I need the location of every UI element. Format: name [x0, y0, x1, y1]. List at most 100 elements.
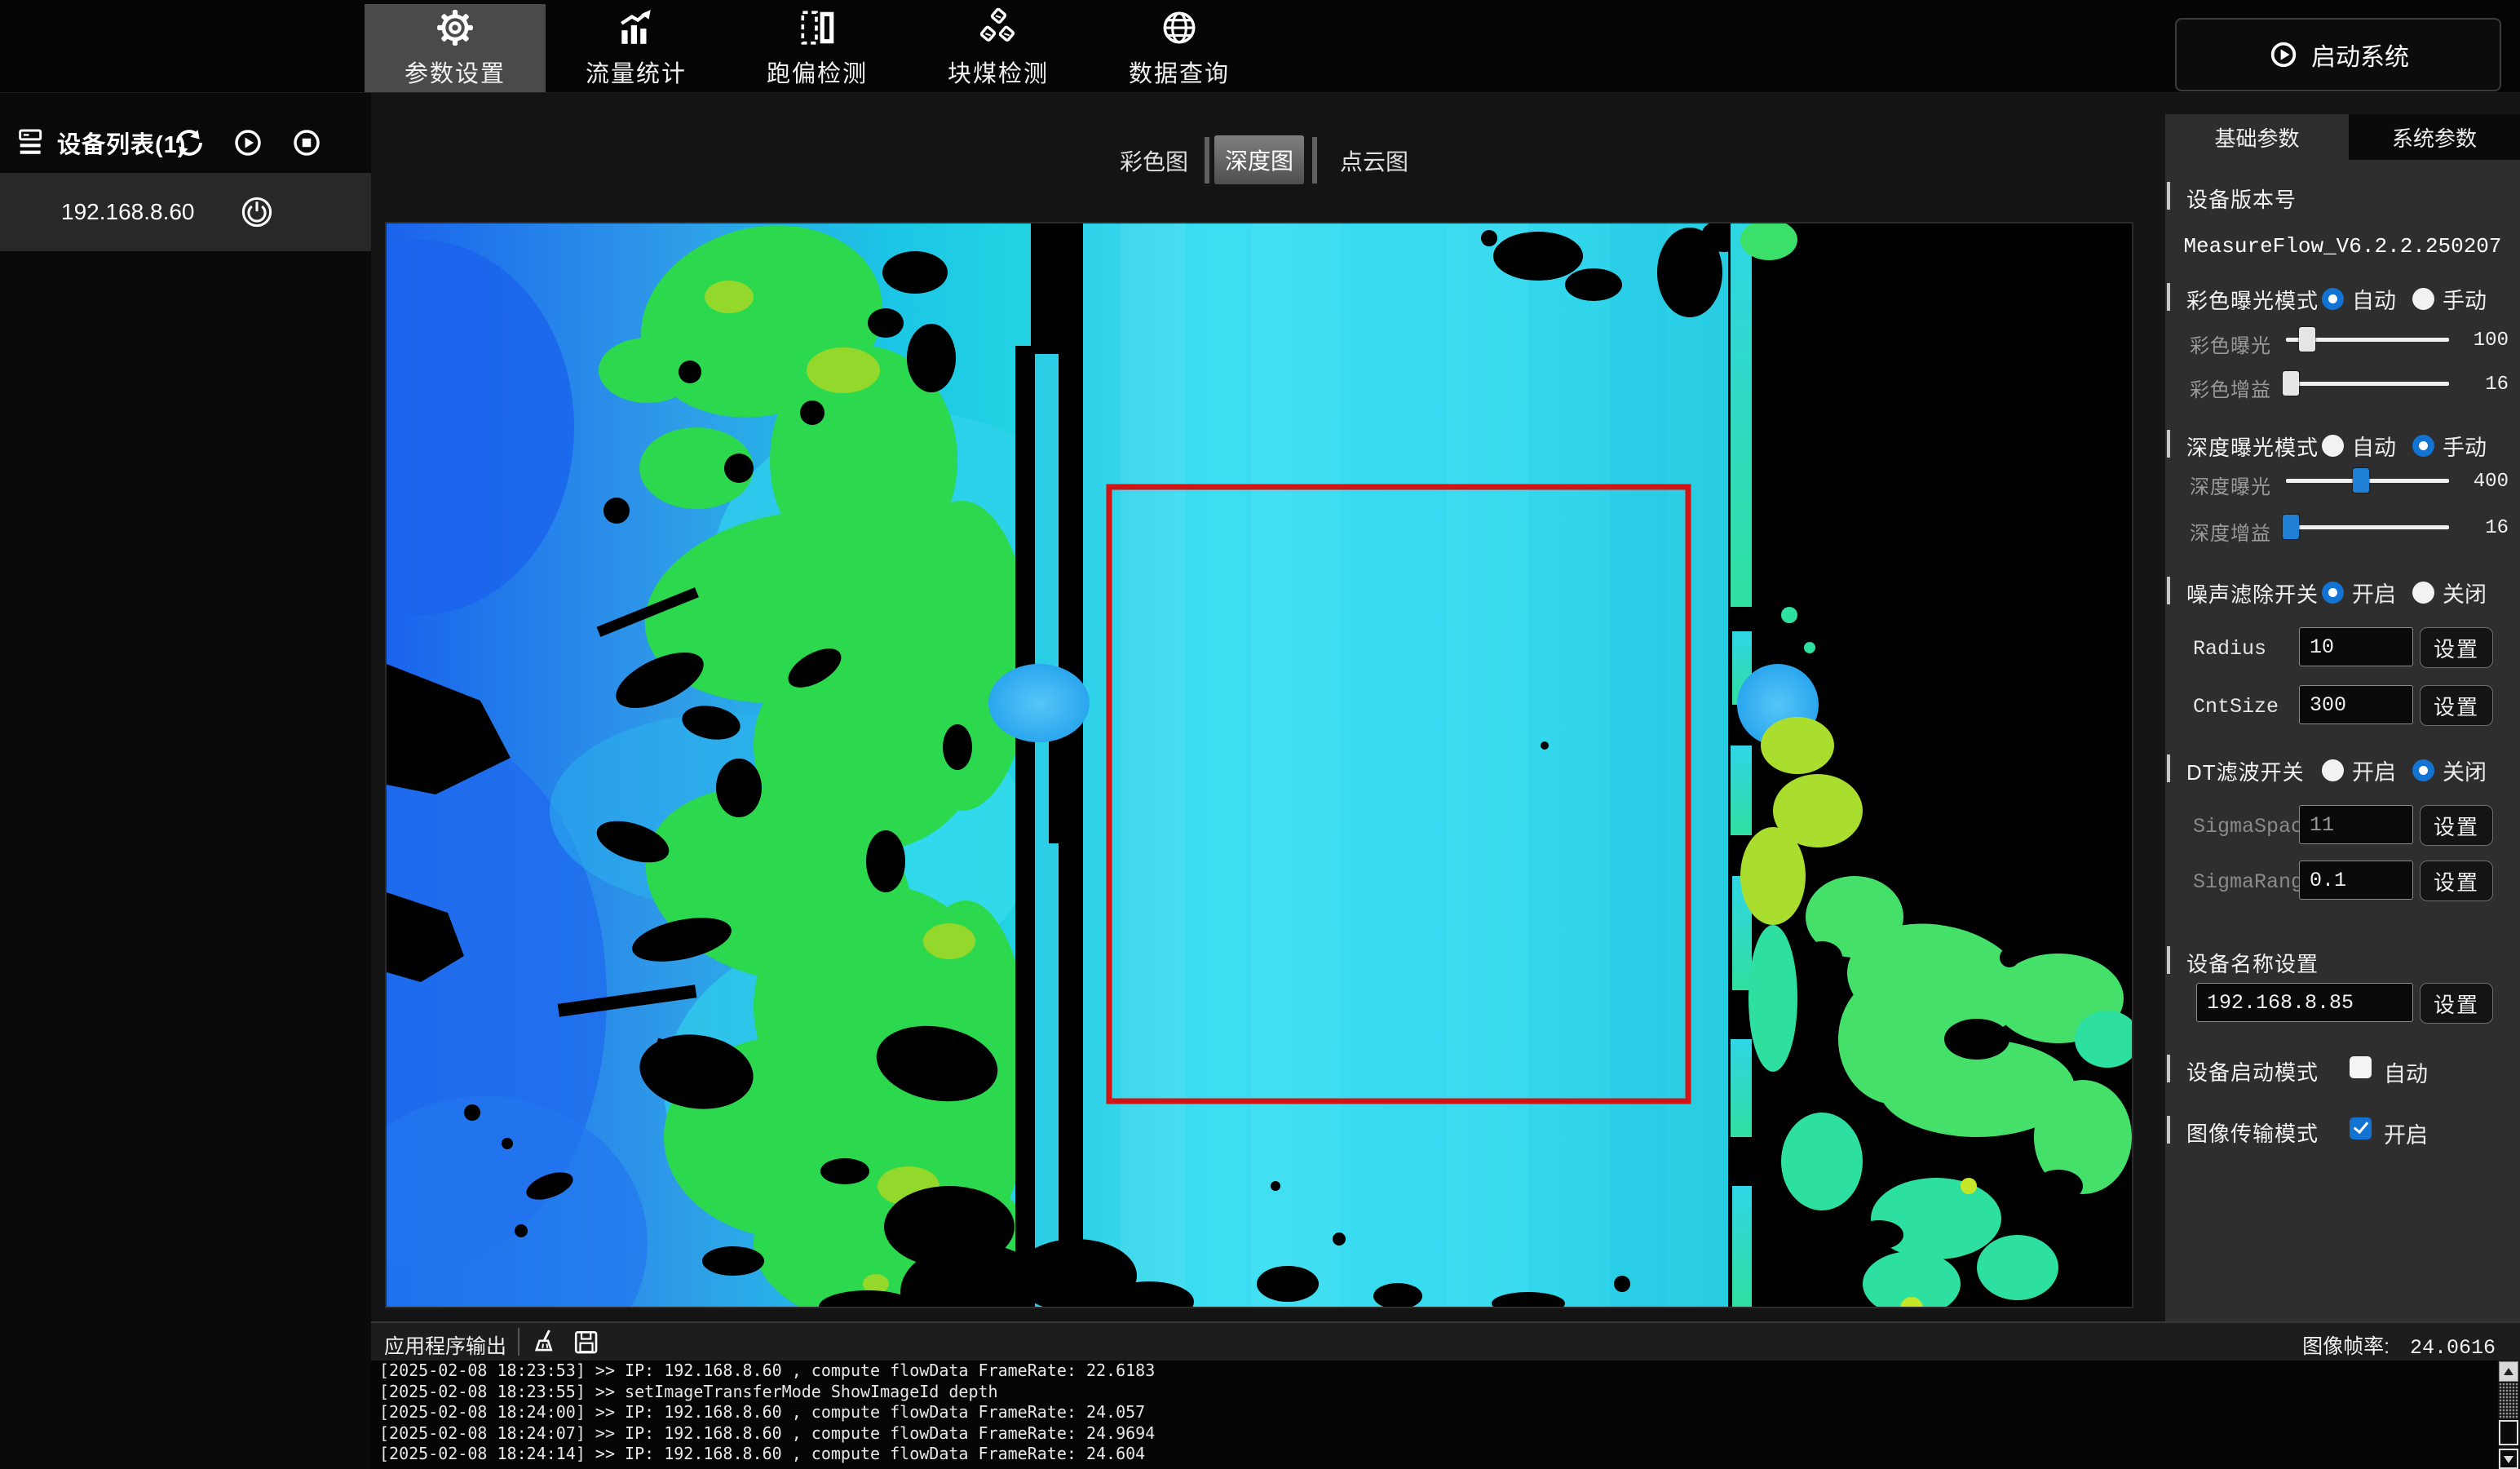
radio-label: 手动 [2443, 430, 2487, 462]
bar-chart-icon [616, 7, 657, 48]
deviation-icon [797, 7, 838, 48]
auto-start-checkbox[interactable] [2350, 1056, 2372, 1078]
radio-noise-off[interactable]: 关闭 [2412, 577, 2487, 608]
radius-set-button[interactable]: 设置 [2420, 627, 2493, 668]
radio-dot[interactable] [2412, 582, 2434, 604]
tab-label: 系统参数 [2392, 122, 2477, 153]
power-icon[interactable] [240, 195, 274, 229]
slider-handle[interactable] [2353, 468, 2369, 493]
radio-label: 手动 [2443, 283, 2487, 315]
tab-depth-image[interactable]: 深度图 [1214, 135, 1304, 184]
device-row[interactable]: 192.168.8.60 [0, 173, 371, 251]
checkbox-label: 自动 [2384, 1056, 2428, 1088]
tab-label: 深度图 [1225, 144, 1293, 176]
row-device-name: 设置 [2165, 983, 2520, 1027]
section-title: 设备版本号 [2186, 184, 2297, 214]
depth-map-image [387, 223, 2132, 1307]
section-device-name: 设备名称设置 [2165, 946, 2520, 976]
scrollbar-track[interactable] [2499, 1383, 2518, 1419]
section-dt-filter: DT滤波开关 开启 关闭 [2165, 754, 2520, 784]
cntsize-input[interactable] [2299, 685, 2413, 724]
scroll-down-icon[interactable] [2499, 1449, 2518, 1469]
radio-color-auto[interactable]: 自动 [2322, 283, 2396, 315]
radio-depth-auto[interactable]: 自动 [2322, 430, 2396, 462]
sigma-range-set-button[interactable]: 设置 [2420, 861, 2493, 901]
depth-map-viewport[interactable] [385, 222, 2133, 1308]
gear-icon [435, 7, 475, 48]
radio-dot[interactable] [2412, 288, 2434, 310]
log-output[interactable]: [2025-02-08 18:23:53] >> IP: 192.168.8.6… [371, 1361, 2520, 1469]
toolbar-item-parameter-settings[interactable]: 参数设置 [365, 4, 546, 92]
tab-system-params[interactable]: 系统参数 [2349, 114, 2520, 160]
sigma-space-input[interactable] [2299, 805, 2413, 844]
sigma-space-set-button[interactable]: 设置 [2420, 805, 2493, 846]
section-noise-filter: 噪声滤除开关 开启 关闭 [2165, 577, 2520, 606]
cntsize-set-button[interactable]: 设置 [2420, 685, 2493, 726]
coal-icon [978, 7, 1019, 48]
color-exposure-slider[interactable] [2286, 326, 2449, 352]
slider-handle[interactable] [2283, 371, 2299, 396]
radio-dot[interactable] [2322, 288, 2344, 310]
slider-label: 彩色增益 [2190, 374, 2281, 402]
save-log-icon[interactable] [572, 1328, 601, 1357]
radio-dot[interactable] [2322, 435, 2344, 457]
slider-handle[interactable] [2299, 327, 2315, 352]
radio-noise-on[interactable]: 开启 [2322, 577, 2396, 608]
log-line: [2025-02-08 18:24:07] >> IP: 192.168.8.6… [371, 1423, 2520, 1445]
row-radius: Radius 设置 [2165, 627, 2520, 671]
toolbar-item-data-query[interactable]: 数据查询 [1089, 4, 1270, 92]
start-system-button[interactable]: 启动系统 [2175, 18, 2501, 91]
radio-dot[interactable] [2322, 759, 2344, 781]
slider-value: 100 [2451, 330, 2509, 352]
color-gain-slider[interactable] [2286, 370, 2449, 396]
log-line: [2025-02-08 18:23:55] >> setImageTransfe… [371, 1382, 2520, 1403]
log-line: [2025-02-08 18:24:00] >> IP: 192.168.8.6… [371, 1402, 2520, 1423]
image-transfer-checkbox[interactable] [2350, 1117, 2372, 1139]
depth-exposure-slider[interactable] [2286, 467, 2449, 493]
section-marker [2167, 1116, 2170, 1144]
toolbar-item-lump-coal-detection[interactable]: 块煤检测 [908, 4, 1089, 92]
toolbar-item-deviation-detection[interactable]: 跑偏检测 [727, 4, 908, 92]
row-sigma-space: SigmaSpace 设置 [2165, 805, 2520, 849]
device-name-input[interactable] [2196, 983, 2413, 1022]
sigma-range-input[interactable] [2299, 861, 2413, 900]
toolbar-item-label: 跑偏检测 [767, 55, 868, 89]
radio-depth-manual[interactable]: 手动 [2412, 430, 2487, 462]
field-label: CntSize [2193, 695, 2279, 719]
section-depth-exposure-mode: 深度曝光模式 自动 手动 [2165, 430, 2520, 459]
tab-color-image[interactable]: 彩色图 [1120, 139, 1188, 182]
radio-dot[interactable] [2322, 582, 2344, 604]
clear-log-icon[interactable] [531, 1328, 560, 1357]
frame-rate-label: 图像帧率: [2302, 1335, 2390, 1358]
toolbar-item-flow-statistics[interactable]: 流量统计 [546, 4, 727, 92]
depth-gain-slider[interactable] [2286, 514, 2449, 540]
slider-handle[interactable] [2283, 515, 2299, 539]
tab-basic-params[interactable]: 基础参数 [2165, 114, 2349, 160]
radio-label: 开启 [2352, 577, 2396, 608]
radio-dot[interactable] [2412, 435, 2434, 457]
refresh-icon[interactable] [172, 126, 206, 160]
radio-color-manual[interactable]: 手动 [2412, 283, 2487, 315]
section-marker [2167, 754, 2170, 782]
slider-track [2286, 525, 2449, 529]
statusbar-separator [518, 1328, 519, 1356]
tab-point-cloud[interactable]: 点云图 [1340, 139, 1408, 182]
play-icon[interactable] [231, 126, 265, 160]
section-marker [2167, 946, 2170, 974]
device-version-value: MeasureFlow_V6.2.2.250207 [2165, 234, 2520, 259]
log-scrollbar[interactable] [2498, 1361, 2520, 1469]
device-name-set-button[interactable]: 设置 [2420, 983, 2493, 1024]
radio-dt-off[interactable]: 关闭 [2412, 754, 2487, 786]
radius-input[interactable] [2299, 627, 2413, 666]
row-color-exposure: 彩色曝光 100 [2165, 326, 2520, 356]
slider-track [2286, 382, 2449, 386]
tab-label: 彩色图 [1120, 144, 1188, 177]
scrollbar-thumb[interactable] [2499, 1420, 2518, 1445]
radio-dt-on[interactable]: 开启 [2322, 754, 2396, 786]
slider-label: 彩色曝光 [2190, 330, 2281, 358]
radio-dot[interactable] [2412, 759, 2434, 781]
tab-label: 基础参数 [2214, 122, 2299, 153]
section-marker [2167, 182, 2170, 210]
scroll-up-icon[interactable] [2499, 1361, 2518, 1382]
stop-icon[interactable] [290, 126, 324, 160]
